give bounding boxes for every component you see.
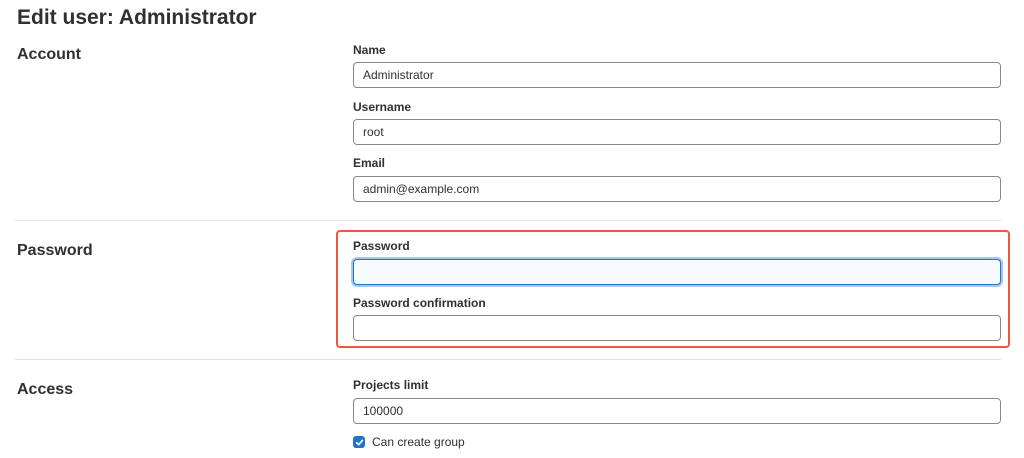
can-create-group-checkbox[interactable]	[353, 436, 365, 448]
projects-limit-input[interactable]	[353, 398, 1001, 424]
email-label: Email	[353, 156, 386, 170]
checkmark-icon	[355, 439, 363, 445]
section-title-account: Account	[17, 46, 81, 63]
username-label: Username	[353, 100, 412, 114]
email-input[interactable]	[353, 176, 1001, 202]
page-title: Edit user: Administrator	[17, 6, 257, 29]
section-title-access: Access	[17, 381, 74, 398]
section-title-password: Password	[17, 242, 93, 259]
can-create-group-row[interactable]: Can create group	[353, 435, 465, 449]
password-label: Password	[353, 239, 410, 253]
section-divider	[15, 359, 1001, 360]
password-confirmation-label: Password confirmation	[353, 296, 486, 310]
can-create-group-label: Can create group	[372, 435, 465, 449]
username-input[interactable]	[353, 119, 1001, 145]
password-input[interactable]	[353, 259, 1001, 285]
name-label: Name	[353, 43, 386, 57]
section-divider	[15, 220, 1001, 221]
name-input[interactable]	[353, 62, 1001, 88]
projects-limit-label: Projects limit	[353, 378, 429, 392]
password-confirmation-input[interactable]	[353, 315, 1001, 341]
